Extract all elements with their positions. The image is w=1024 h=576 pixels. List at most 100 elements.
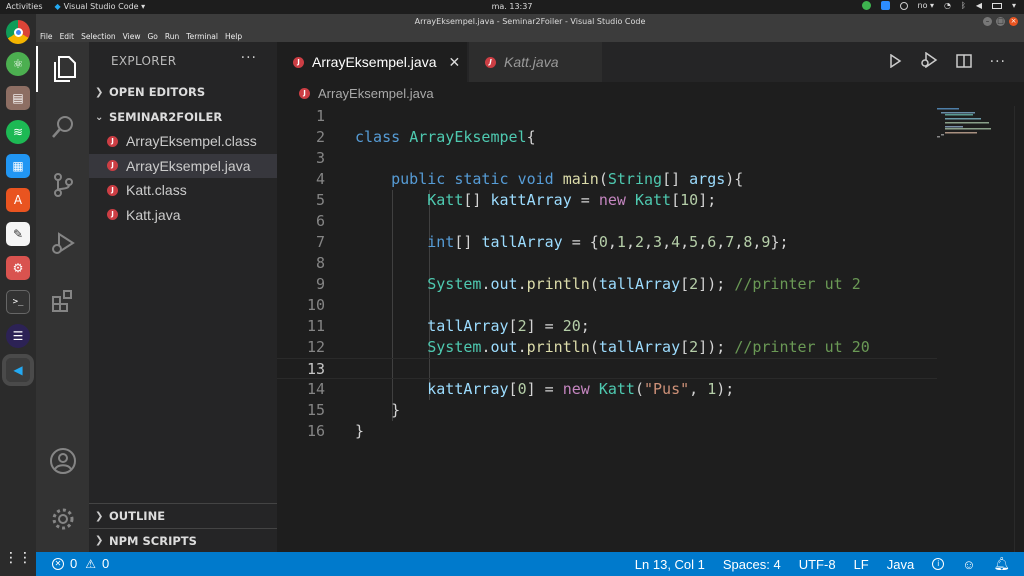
language-indicator[interactable]: no ▾: [918, 1, 935, 10]
accounts-icon[interactable]: [36, 438, 89, 484]
document-icon[interactable]: ▦: [6, 154, 30, 178]
code-line[interactable]: 11 tallArray[2] = 20;: [277, 316, 937, 337]
menu-run[interactable]: Run: [165, 32, 179, 41]
code-line[interactable]: 2 class ArrayEksempel{: [277, 127, 937, 148]
code-line[interactable]: 8: [277, 253, 937, 274]
indentation[interactable]: Spaces: 4: [723, 557, 781, 572]
atom-icon[interactable]: ⚛: [6, 52, 30, 76]
encoding[interactable]: UTF-8: [799, 557, 836, 572]
code-line[interactable]: 1: [277, 106, 937, 127]
file-item-arrayeksempel-java[interactable]: J ArrayEksempel.java: [89, 153, 277, 178]
explorer-sidebar: EXPLORER ··· ❯ OPEN EDITORS ⌄ SEMINAR2FO…: [89, 42, 277, 552]
open-editors-label: OPEN EDITORS: [109, 85, 206, 99]
system-menu-chevron-icon[interactable]: ▾: [1012, 1, 1016, 10]
tab-label: ArrayEksempel.java: [312, 54, 437, 70]
code-line[interactable]: 3: [277, 148, 937, 169]
editor-scrollbar[interactable]: [1014, 106, 1024, 552]
line-text: int[] tallArray = {0,1,2,3,4,5,6,7,8,9};: [427, 233, 789, 251]
minimize-button[interactable]: –: [983, 17, 992, 26]
wifi-icon[interactable]: ◔: [944, 1, 951, 10]
file-name: Katt.java: [126, 206, 181, 223]
end-of-line[interactable]: LF: [854, 557, 869, 572]
code-line[interactable]: 10: [277, 295, 937, 316]
code-line[interactable]: 4 public static void main(String[] args)…: [277, 169, 937, 190]
zoom-tray-icon[interactable]: [880, 1, 890, 10]
activity-bar: [36, 42, 89, 552]
menu-go[interactable]: Go: [147, 32, 157, 41]
code-line[interactable]: 16}: [277, 421, 937, 442]
language-mode[interactable]: Java: [887, 557, 914, 572]
line-number: 10: [306, 296, 325, 314]
open-editors-section[interactable]: ❯ OPEN EDITORS: [89, 80, 277, 104]
line-text: public static void main(String[] args){: [391, 170, 744, 188]
menu-edit[interactable]: Edit: [60, 32, 75, 41]
minimap[interactable]: [935, 106, 1015, 146]
java-file-icon: J: [485, 56, 496, 68]
settings-tools-icon[interactable]: ⚙: [6, 256, 30, 280]
run-debug-icon[interactable]: [36, 220, 89, 266]
terminal-icon[interactable]: >_: [6, 290, 30, 314]
folder-section[interactable]: ⌄ SEMINAR2FOILER: [89, 105, 277, 129]
close-tab-icon[interactable]: ✕: [449, 54, 461, 71]
chrome-icon[interactable]: [6, 20, 30, 44]
npm-scripts-section[interactable]: ❯ NPM SCRIPTS: [89, 528, 277, 552]
file-item-katt-class[interactable]: J Katt.class: [89, 178, 277, 203]
explorer-more-actions-button[interactable]: ···: [241, 50, 257, 66]
run-icon[interactable]: [888, 53, 902, 72]
menu-selection[interactable]: Selection: [81, 32, 116, 41]
vscode-dock-icon[interactable]: ◀: [2, 354, 34, 386]
bluetooth-icon[interactable]: ᛒ: [961, 1, 966, 10]
line-number: 2: [315, 128, 325, 146]
code-line[interactable]: 15 }: [277, 400, 937, 421]
close-window-button[interactable]: ×: [1009, 17, 1018, 26]
cursor-position[interactable]: Ln 13, Col 1: [635, 557, 705, 572]
tray-green-icon[interactable]: [861, 1, 871, 10]
spotify-icon[interactable]: ≋: [6, 120, 30, 144]
maximize-button[interactable]: □: [996, 17, 1005, 26]
tab-arrayeksempel-java[interactable]: J ArrayEksempel.java ✕: [277, 42, 467, 82]
code-line[interactable]: 6: [277, 211, 937, 232]
notifications-bell-icon[interactable]: 🔔︎: [993, 556, 1010, 572]
search-icon[interactable]: [36, 104, 89, 150]
feedback-icon[interactable]: ☺: [962, 557, 975, 572]
extensions-icon[interactable]: [36, 278, 89, 324]
eclipse-icon[interactable]: ☰: [6, 324, 30, 348]
java-file-icon: J: [293, 56, 304, 68]
software-center-icon[interactable]: A: [6, 188, 30, 212]
explorer-icon[interactable]: [36, 46, 89, 92]
java-file-icon: J: [107, 184, 118, 196]
breadcrumb[interactable]: J ArrayEksempel.java: [277, 82, 1024, 104]
show-applications-icon[interactable]: ⋮⋮: [4, 546, 32, 570]
text-editor-icon[interactable]: ✎: [6, 222, 30, 246]
menu-help[interactable]: Help: [225, 32, 242, 41]
source-control-icon[interactable]: [36, 162, 89, 208]
more-actions-icon[interactable]: ···: [990, 54, 1006, 70]
line-number: 3: [315, 149, 325, 167]
code-line[interactable]: 7 int[] tallArray = {0,1,2,3,4,5,6,7,8,9…: [277, 232, 937, 253]
debug-run-icon[interactable]: [920, 51, 938, 72]
battery-icon[interactable]: [991, 2, 1002, 9]
outline-section[interactable]: ❯ OUTLINE: [89, 504, 277, 528]
manage-gear-icon[interactable]: [36, 496, 89, 542]
code-line-current[interactable]: 13: [277, 358, 937, 379]
tab-katt-java[interactable]: J Katt.java: [469, 42, 602, 82]
code-line[interactable]: 5 Katt[] kattArray = new Katt[10];: [277, 190, 937, 211]
code-editor[interactable]: 1 2 class ArrayEksempel{ 3 4 public stati…: [277, 106, 937, 552]
code-line[interactable]: 12 System.out.println(tallArray[2]); //p…: [277, 337, 937, 358]
problems-indicator[interactable]: ✕ 0 ⚠ 0: [52, 556, 109, 571]
code-line[interactable]: 14 kattArray[0] = new Katt("Pus", 1);: [277, 379, 937, 400]
line-number: 5: [315, 191, 325, 209]
files-icon[interactable]: ▤: [6, 86, 30, 110]
code-line[interactable]: 9 System.out.println(tallArray[2]); //pr…: [277, 274, 937, 295]
sidebar-bottom-sections: ❯ OUTLINE ❯ NPM SCRIPTS: [89, 503, 277, 552]
line-number: 9: [315, 275, 325, 293]
split-editor-icon[interactable]: [955, 53, 972, 72]
menu-terminal[interactable]: Terminal: [186, 32, 218, 41]
info-icon[interactable]: i: [932, 558, 945, 570]
file-item-arrayeksempel-class[interactable]: J ArrayEksempel.class: [89, 129, 277, 154]
tray-circle-icon[interactable]: [899, 1, 908, 10]
volume-icon[interactable]: ◀: [976, 1, 982, 10]
file-item-katt-java[interactable]: J Katt.java: [89, 203, 277, 228]
menu-view[interactable]: View: [123, 32, 141, 41]
menu-file[interactable]: File: [40, 32, 53, 41]
